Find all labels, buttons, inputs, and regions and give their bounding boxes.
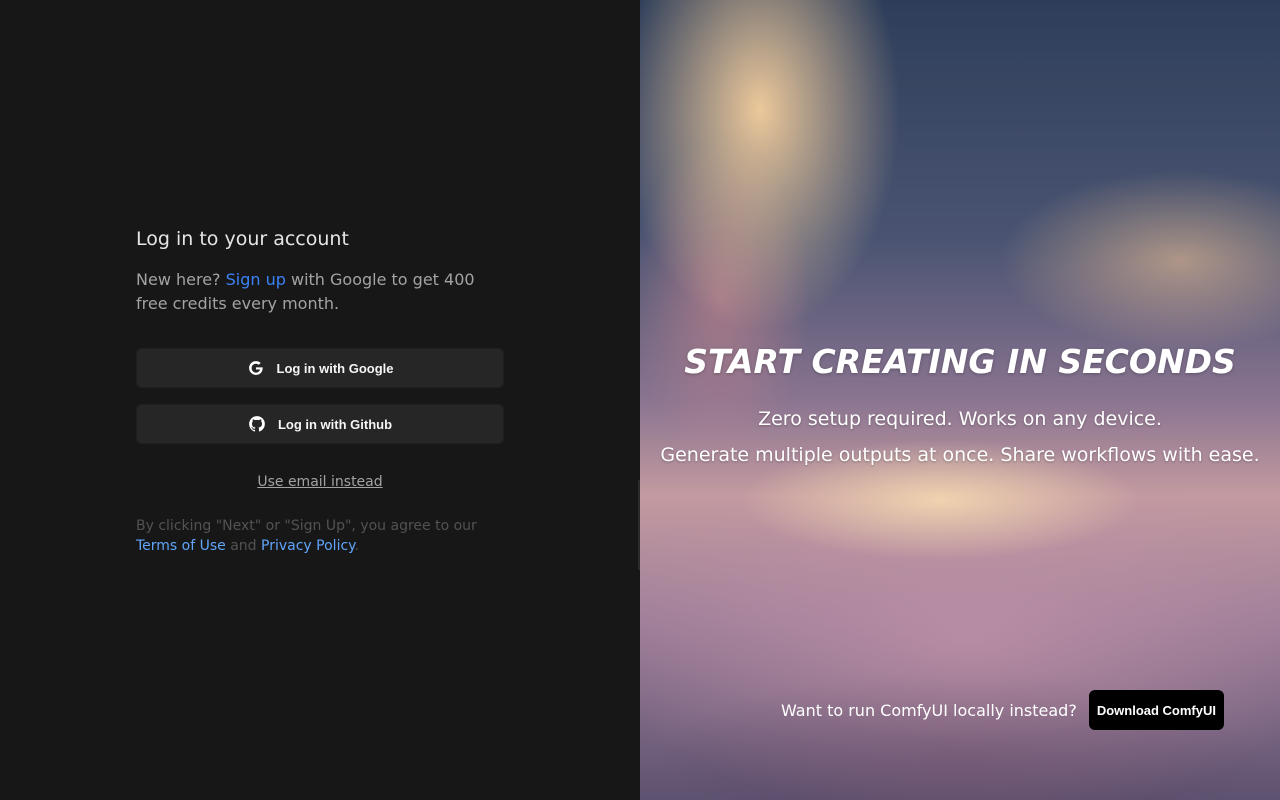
google-login-label: Log in with Google <box>276 360 394 376</box>
local-install-row: Want to run ComfyUI locally instead? Dow… <box>781 690 1224 730</box>
hero-panel: START CREATING IN SECONDS Zero setup req… <box>640 0 1280 800</box>
login-title: Log in to your account <box>136 228 349 250</box>
github-login-button[interactable]: Log in with Github <box>136 404 504 444</box>
terms-notice: By clicking "Next" or "Sign Up", you agr… <box>136 516 504 556</box>
terms-prefix: By clicking "Next" or "Sign Up", you agr… <box>136 518 477 534</box>
github-icon <box>248 415 266 433</box>
signup-hint-prefix: New here? <box>136 270 226 289</box>
hero-tagline-1: Zero setup required. Works on any device… <box>758 408 1162 430</box>
hero-title: START CREATING IN SECONDS <box>684 342 1236 381</box>
login-page: Log in to your account New here? Sign up… <box>0 0 1280 800</box>
terms-suffix: . <box>354 538 359 554</box>
github-login-label: Log in with Github <box>277 416 393 432</box>
signup-hint: New here? Sign up with Google to get 400… <box>136 268 504 316</box>
google-login-button[interactable]: Log in with Google <box>136 348 504 388</box>
use-email-link[interactable]: Use email instead <box>136 474 504 490</box>
privacy-policy-link[interactable]: Privacy Policy <box>261 538 354 554</box>
google-icon <box>247 359 265 377</box>
login-panel: Log in to your account New here? Sign up… <box>0 0 640 800</box>
terms-and: and <box>225 538 262 554</box>
signup-link[interactable]: Sign up <box>226 270 286 289</box>
hero-tagline-2: Generate multiple outputs at once. Share… <box>660 444 1260 466</box>
local-install-prompt: Want to run ComfyUI locally instead? <box>780 700 1077 720</box>
download-comfyui-button[interactable]: Download ComfyUI <box>1088 690 1224 730</box>
terms-of-use-link[interactable]: Terms of Use <box>136 538 226 554</box>
login-form: Log in to your account New here? Sign up… <box>136 226 504 556</box>
